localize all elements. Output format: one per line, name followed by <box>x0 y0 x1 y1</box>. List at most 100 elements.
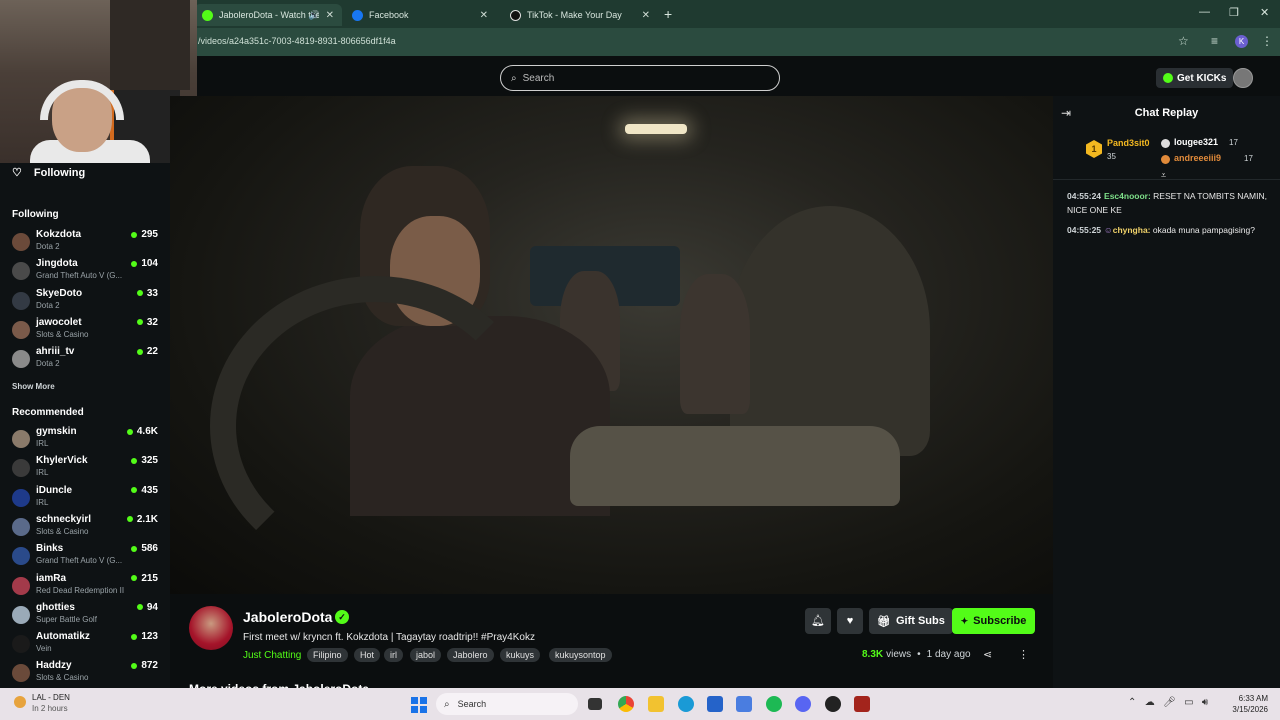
show-more-button[interactable]: Show More <box>12 382 55 391</box>
sidebar-channel[interactable]: jawocolet Slots & Casino 32 <box>12 317 162 343</box>
close-tab-icon[interactable]: ✕ <box>480 10 488 21</box>
bookmark-star-icon[interactable]: ☆ <box>1178 34 1189 48</box>
new-tab-button[interactable]: + <box>664 6 672 22</box>
sidebar-channel[interactable]: ahriii_tv Dota 2 22 <box>12 346 162 372</box>
subscribe-button[interactable]: ✦ Subscribe <box>952 608 1035 634</box>
edge-icon[interactable] <box>678 696 694 712</box>
facebook-icon <box>352 9 363 21</box>
live-dot-icon <box>131 575 138 581</box>
tag[interactable]: kukuysontop <box>549 648 612 662</box>
tag[interactable]: jabol <box>410 648 442 662</box>
sidebar-channel[interactable]: iDuncle IRL 435 <box>12 485 162 511</box>
notification-bell-button[interactable]: 🔔︎ <box>805 608 831 634</box>
viewer-count: 586 <box>131 543 158 554</box>
channel-name: Binks <box>36 543 64 555</box>
stream-category[interactable]: Just Chatting <box>243 650 301 661</box>
leaderboard-user[interactable]: Pand3sit0 <box>1107 138 1150 148</box>
viewer-count: 22 <box>136 346 158 357</box>
tab-jabolerodota[interactable]: JaboleroDota - Watch the V 🔊 ✕ <box>194 4 342 26</box>
tag[interactable]: Jabolero <box>447 648 494 662</box>
channel-name[interactable]: JaboleroDota <box>243 609 332 625</box>
tab-tiktok[interactable]: TikTok - Make Your Day ✕ <box>502 4 658 26</box>
sidebar-channel[interactable]: Jingdota Grand Theft Auto V (G... 104 <box>12 258 162 284</box>
video-age: 1 day ago <box>926 649 971 660</box>
tag[interactable]: irl <box>384 648 403 662</box>
outlook-icon[interactable] <box>736 696 752 712</box>
chrome-icon[interactable] <box>618 696 634 712</box>
task-view-icon[interactable] <box>588 698 602 710</box>
sidebar-channel[interactable]: SkyeDoto Dota 2 33 <box>12 288 162 314</box>
network-icon[interactable]: ☁ <box>1145 697 1155 708</box>
store-icon[interactable] <box>707 696 723 712</box>
sidebar-channel[interactable]: iamRa Red Dead Redemption II 215 <box>12 573 162 599</box>
speaker-icon[interactable]: 🔊 <box>309 10 320 21</box>
discord-icon[interactable] <box>795 696 811 712</box>
display-icon[interactable]: ▭ <box>1184 697 1193 708</box>
search-bar[interactable]: ⌕ <box>500 65 780 91</box>
reading-list-icon[interactable]: ≡ <box>1211 34 1218 48</box>
channel-category: IRL <box>36 468 49 478</box>
close-tab-icon[interactable]: ✕ <box>642 10 650 21</box>
leaderboard-user[interactable]: andreeeiii9 <box>1174 153 1221 163</box>
clock[interactable]: 6:33 AM 3/15/2026 <box>1226 693 1268 715</box>
sidebar-channel[interactable]: KhylerVick IRL 325 <box>12 455 162 481</box>
browser-menu-icon[interactable]: ⋮ <box>1261 34 1273 48</box>
more-options-icon[interactable]: ⋮ <box>1018 648 1029 661</box>
sidebar-channel[interactable]: schneckyirl Slots & Casino 2.1K <box>12 514 162 540</box>
channel-category: Grand Theft Auto V (G... <box>36 556 123 566</box>
taskbar-search[interactable]: ⌕ Search <box>436 693 578 715</box>
chevron-up-icon[interactable]: ⌃ <box>1128 697 1136 708</box>
close-window-button[interactable]: ✕ <box>1260 6 1269 19</box>
sidebar-channel[interactable]: Binks Grand Theft Auto V (G... 586 <box>12 543 162 569</box>
tag[interactable]: Hot <box>354 648 381 662</box>
sidebar-channel[interactable]: Haddzy Slots & Casino 872 <box>12 660 162 686</box>
windows-start-icon[interactable] <box>411 697 427 713</box>
chat-message: 04:55:24 Esc4nooor: RESET NA TOMBITS NAMI… <box>1067 189 1267 217</box>
user-avatar[interactable] <box>1233 68 1253 88</box>
tag[interactable]: Filipino <box>307 648 348 662</box>
sidebar-channel[interactable]: ghotties Super Battle Golf 94 <box>12 602 162 628</box>
url-field[interactable]: /videos/a24a351c-7003-4819-8931-806656df… <box>198 36 396 46</box>
file-explorer-icon[interactable] <box>648 696 664 712</box>
channel-name: Haddzy <box>36 660 72 672</box>
live-dot-icon <box>131 231 138 238</box>
tag[interactable]: kukuys <box>500 648 541 662</box>
browser-profile-avatar[interactable]: K <box>1235 35 1248 48</box>
following-section-title: Following <box>12 209 59 220</box>
rank-badge: 1 <box>1086 140 1102 158</box>
close-tab-icon[interactable]: ✕ <box>326 10 334 21</box>
channel-avatar[interactable] <box>189 606 233 650</box>
message-username[interactable]: Esc4nooor: <box>1104 191 1151 201</box>
minimize-button[interactable]: — <box>1199 6 1210 18</box>
follow-heart-button[interactable]: ♥ <box>837 608 863 634</box>
weather-widget[interactable]: LAL - DEN In 2 hours <box>14 693 70 713</box>
search-input[interactable] <box>522 72 753 84</box>
viewer-count-value: 4.6K <box>136 426 158 437</box>
bell-icon: 🔔︎ <box>811 615 825 627</box>
viewer-count: 32 <box>136 317 158 328</box>
leaderboard-user[interactable]: lougee321 <box>1174 137 1218 147</box>
viewer-count: 94 <box>136 602 158 613</box>
message-username[interactable]: chyngha: <box>1113 225 1151 235</box>
sidebar-channel[interactable]: Kokzdota Dota 2 295 <box>12 229 162 255</box>
nav-following[interactable]: ♡ Following <box>12 166 85 180</box>
system-tray[interactable]: ⌃ ☁ 🎤︎ ▭ 🔊︎ <box>1128 697 1208 708</box>
microphone-icon[interactable]: 🎤︎ <box>1163 697 1176 708</box>
spotify-icon[interactable] <box>766 696 782 712</box>
volume-icon[interactable]: 🔊︎ <box>1202 697 1208 708</box>
share-icon[interactable]: ⋖ <box>983 648 992 661</box>
sidebar-channel[interactable]: Automatikz Vein 123 <box>12 631 162 657</box>
dota-icon[interactable] <box>854 696 870 712</box>
get-kicks-button[interactable]: Get KICKs <box>1156 68 1234 88</box>
viewer-count-value: 215 <box>141 572 158 584</box>
obs-icon[interactable] <box>825 696 841 712</box>
clock-time: 6:33 AM <box>1238 694 1268 703</box>
expand-leaderboard-icon[interactable]: ⩡ <box>1161 170 1166 181</box>
viewer-count-value: 435 <box>141 484 158 496</box>
restore-button[interactable]: ❐ <box>1229 6 1239 19</box>
video-player[interactable] <box>170 96 1053 594</box>
sidebar-channel[interactable]: gymskin IRL 4.6K <box>12 426 162 452</box>
user-badge-icon: ☺ <box>1104 225 1113 235</box>
gift-subs-button[interactable]: 🎁︎ Gift Subs <box>869 608 953 634</box>
tab-facebook[interactable]: Facebook ✕ <box>344 4 496 26</box>
